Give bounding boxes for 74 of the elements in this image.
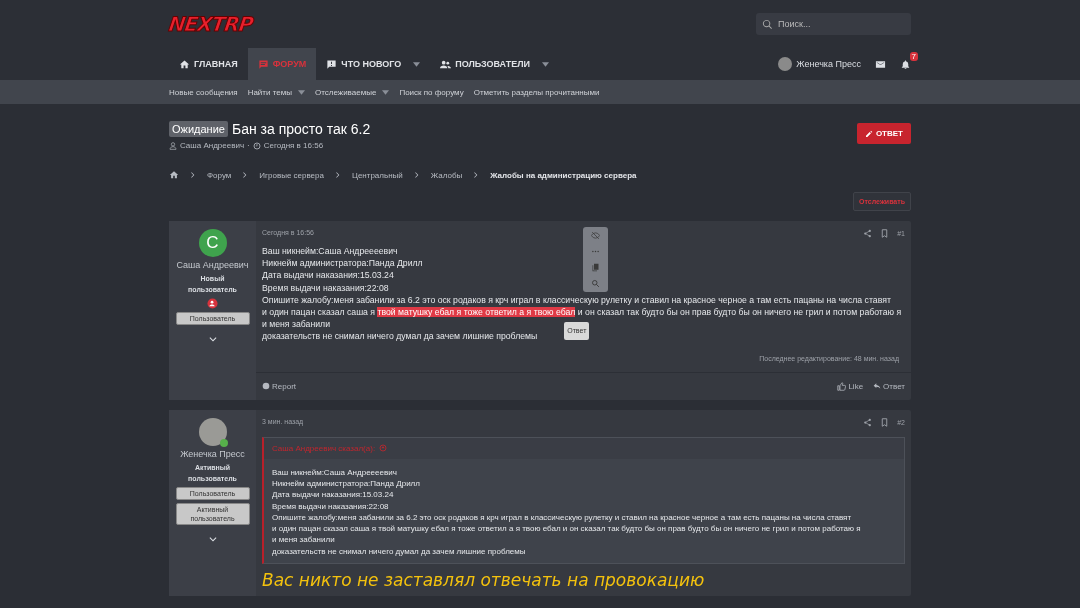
nav-tab[interactable]: ЧТО НОВОГО [316, 48, 431, 80]
search-icon [591, 279, 600, 288]
nav-tab[interactable]: ПОЛЬЗОВАТЕЛИ [430, 48, 559, 80]
message-line: Ваш никнейм:Саша Андреееевич [262, 245, 398, 258]
nav-tab[interactable]: ГЛАВНАЯ [169, 48, 248, 80]
search-field[interactable]: Поиск... [756, 13, 911, 35]
chat-icon [257, 58, 269, 70]
thumbs-up-icon [837, 381, 847, 391]
quote-line: доказательств не снимал ничего думал да зачем лишние проблемы [272, 545, 527, 557]
reply-button[interactable]: ОТВЕТ [856, 123, 911, 144]
online-dot [219, 438, 228, 447]
thread-author[interactable]: Саша Андреевич [180, 141, 245, 150]
post-author[interactable]: Саша Андреевич [176, 260, 249, 270]
user-icon [169, 141, 177, 150]
quote-line: Время выдачи наказания:22:08 [272, 500, 390, 512]
breadcrumb-link[interactable]: Жалобы на администрацию сервера [490, 170, 637, 180]
quote-line: Дата выдачи наказания:15.03.24 [272, 489, 395, 501]
user-name[interactable]: Женечка Пресс [796, 59, 861, 69]
share-icon [863, 229, 873, 238]
message-line: Дата выдачи наказания:15.03.24 [262, 269, 394, 282]
share-icon [863, 417, 873, 427]
separator: · [247, 141, 250, 150]
subnav-link[interactable]: Найти темы [247, 87, 305, 97]
badge-icon [207, 298, 218, 309]
breadcrumb-link[interactable]: Форум [207, 170, 232, 180]
clock-icon [252, 141, 261, 150]
bookmark-icon [880, 229, 890, 238]
reply-text: Вас никто не заставлял отвечать на провокацию [261, 569, 706, 592]
chevron-icon [333, 171, 342, 179]
message-line: Время выдачи наказания:22:08 [262, 281, 389, 294]
quote-line: Никнейм администратора:Панда Дрилл [272, 477, 421, 490]
thread-time: Сегодня в 16:56 [263, 141, 324, 150]
message-line: Опишите жалобу:меня забанили за 6.2 это оск родаков я крч играл в классическую рулетку и ставил на красное черное а там есть пацаны на числа ставят [262, 293, 891, 306]
message-line: Никнейм администратора:Панда Дрилл [262, 257, 423, 270]
bell-icon [900, 58, 911, 70]
breadcrumb-link[interactable]: Игровые сервера [259, 170, 324, 180]
home-icon [169, 170, 179, 180]
bookmark-icon [880, 417, 890, 427]
reply-icon [873, 382, 882, 391]
like-link[interactable]: Like [837, 381, 864, 391]
pencil-icon [864, 129, 873, 138]
quote-line: Ваш никнейм:Саша Андреееевич [272, 466, 398, 478]
chevron-icon [412, 171, 421, 179]
mail-icon [875, 58, 886, 70]
subnav-link[interactable]: Поиск по форуму [399, 87, 464, 97]
thread-title: Бан за просто так 6.2 [231, 121, 371, 137]
thread-prefix: Ожидание [169, 121, 228, 137]
caret-icon [413, 61, 421, 67]
quote-line: Опишите жалобу:меня забанили за 6.2 это оск родаков я крч играл в классическую рулетку и ставил на красное черное а там есть пацаны на числа ставят [272, 511, 853, 524]
eye-off-icon [591, 231, 600, 240]
message-line: и меня забанили [262, 318, 330, 331]
avatar[interactable] [778, 57, 793, 71]
home-icon [179, 58, 190, 70]
caret-icon [541, 61, 549, 67]
chevron-icon [189, 171, 197, 179]
subnav-link[interactable]: Новые сообщения [169, 87, 238, 97]
report-link[interactable]: Report [262, 381, 296, 391]
breadcrumb-link[interactable]: Жалобы [430, 170, 463, 180]
caret-icon [382, 89, 390, 95]
caret-icon [297, 89, 305, 95]
post-author[interactable]: Женечка Пресс [180, 448, 245, 459]
search-icon [762, 19, 773, 30]
notification-badge: 7 [909, 51, 918, 61]
users-icon [440, 58, 452, 70]
subnav-link[interactable]: Отметить разделы прочитанными [473, 87, 600, 97]
comment-icon [326, 58, 338, 70]
breadcrumb-link[interactable]: Центральный [351, 170, 403, 180]
quote-line: и один пацан сказал саша я твой матушку ебал я тоже ответил а я твою ебал и он сказал так будто бы он прав будто бы он ничего не грил и потом работаю я [272, 523, 862, 535]
subnav-link[interactable]: Отслеживаемые [314, 87, 390, 97]
reply-link[interactable]: Ответ [873, 381, 905, 391]
quote-line: и меня забанили [272, 534, 336, 546]
message-line: доказательств не снимал ничего думал да зачем лишние проблемы [262, 330, 538, 343]
photo-placeholder[interactable] [198, 417, 227, 446]
copy-icon [591, 263, 600, 272]
